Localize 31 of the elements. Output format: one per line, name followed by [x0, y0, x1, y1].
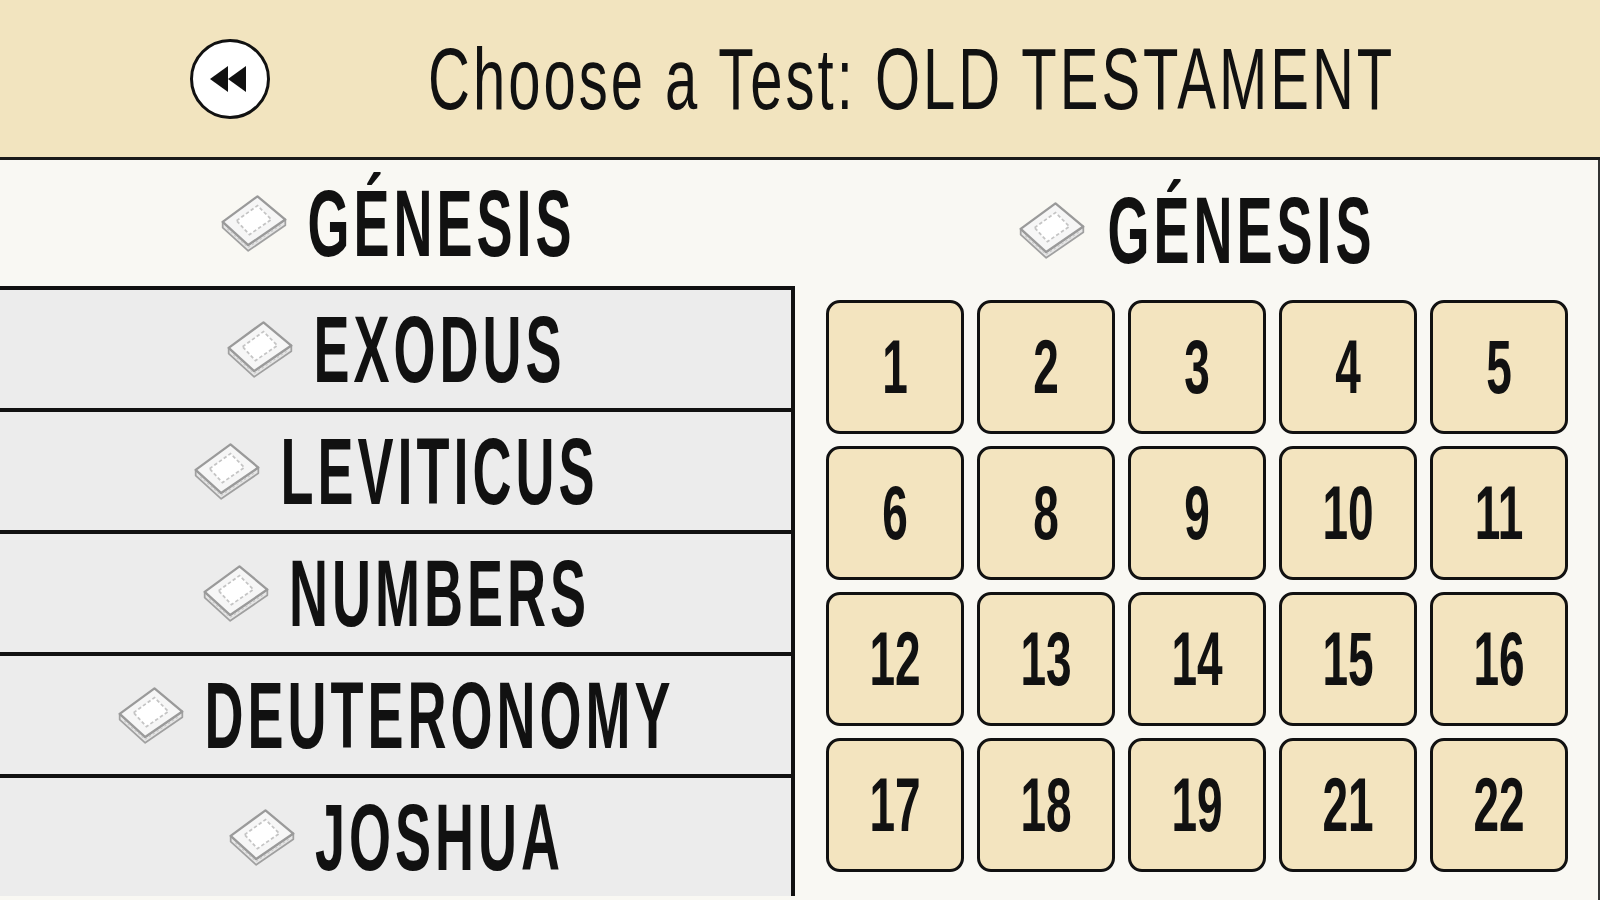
- book-icon: [225, 320, 296, 378]
- rewind-icon: [210, 65, 246, 92]
- book-item[interactable]: DEUTERONOMY: [0, 652, 795, 774]
- book-item[interactable]: NUMBERS: [0, 530, 795, 652]
- chapter-button[interactable]: 9: [1128, 446, 1266, 580]
- chapter-button[interactable]: 11: [1430, 446, 1568, 580]
- chapter-button[interactable]: 17: [826, 738, 964, 872]
- chapter-button[interactable]: 4: [1279, 300, 1417, 434]
- book-icon: [201, 564, 271, 622]
- chapter-button[interactable]: 19: [1128, 738, 1266, 872]
- chapter-button[interactable]: 15: [1279, 592, 1417, 726]
- chapter-button[interactable]: 18: [977, 738, 1115, 872]
- book-item[interactable]: JOSHUA: [0, 774, 795, 896]
- chapter-button[interactable]: 16: [1430, 592, 1568, 726]
- chapter-button[interactable]: 10: [1279, 446, 1417, 580]
- page-title: Choose a Test: OLD TESTAMENT: [428, 35, 1396, 122]
- chapter-button[interactable]: 6: [826, 446, 964, 580]
- chapter-button[interactable]: 1: [826, 300, 964, 434]
- chapter-button[interactable]: 13: [977, 592, 1115, 726]
- book-icon: [192, 442, 263, 500]
- chapter-button[interactable]: 2: [977, 300, 1115, 434]
- chapter-button[interactable]: 5: [1430, 300, 1568, 434]
- book-icon: [219, 194, 290, 252]
- chapter-button[interactable]: 22: [1430, 738, 1568, 872]
- chapter-button[interactable]: 8: [977, 446, 1115, 580]
- chapter-button[interactable]: 21: [1279, 738, 1417, 872]
- chapter-button[interactable]: 3: [1128, 300, 1266, 434]
- chapter-button[interactable]: 14: [1128, 592, 1266, 726]
- chapter-button[interactable]: 12: [826, 592, 964, 726]
- book-item[interactable]: EXODUS: [0, 286, 795, 408]
- book-item[interactable]: LEVITICUS: [0, 408, 795, 530]
